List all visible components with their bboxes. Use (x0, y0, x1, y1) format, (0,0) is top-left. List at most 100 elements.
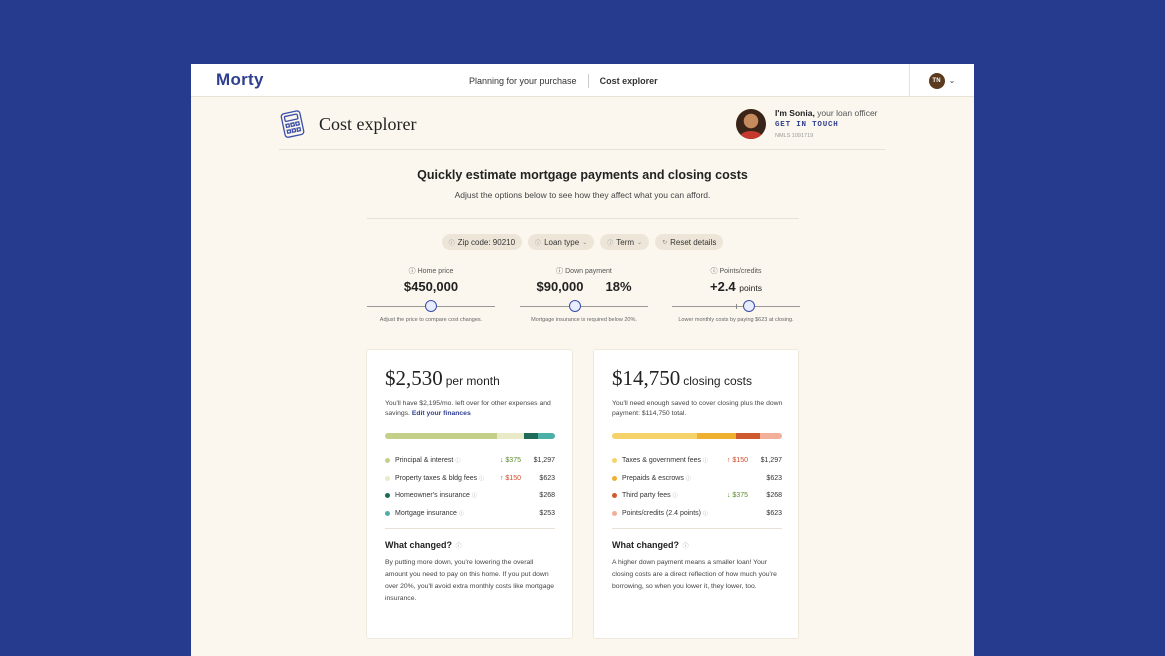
nav-planning[interactable]: Planning for your purchase (469, 76, 577, 86)
bar-segment (538, 433, 555, 439)
slider-center-tick (736, 304, 737, 309)
monthly-payment-card: $2,530 per month You'll have $2,195/mo. l… (367, 350, 572, 638)
breakdown-row: Taxes & government fees ⓘ ↑ $150 $1,297 (612, 452, 782, 470)
monthly-breakdown-list: Principal & interest ⓘ ↓ $375 $1,297 Propert… (385, 452, 555, 522)
breakdown-delta: ↑ $150 (726, 457, 748, 465)
legend-dot (612, 493, 617, 499)
info-icon[interactable]: ⓘ (472, 492, 477, 499)
breakdown-row: Third party fees ⓘ ↓ $375 $268 (612, 487, 782, 505)
home-price-hint: Adjust the price to compare cost changes… (379, 317, 483, 323)
breakdown-delta: ↓ $375 (726, 492, 748, 500)
bar-segment (697, 433, 737, 439)
breakdown-row: Prepaids & escrows ⓘ $623 (612, 470, 782, 488)
info-icon[interactable]: ⓘ (479, 475, 484, 482)
chevron-down-icon: ⌄ (948, 76, 956, 85)
breakdown-amount: $253 (539, 509, 555, 517)
points-slider[interactable] (672, 299, 800, 313)
points-label: Points/credits (719, 268, 762, 275)
breakdown-label: Prepaids & escrows (622, 474, 684, 482)
what-changed-title: What changed? (385, 540, 452, 550)
down-payment-slider[interactable] (520, 299, 648, 313)
info-icon: ⓘ (556, 268, 566, 275)
divider (612, 528, 782, 529)
info-icon[interactable]: ⓘ (681, 544, 689, 550)
chevron-down-icon: ⌄ (582, 239, 588, 246)
slider-knob[interactable] (425, 300, 437, 312)
breakdown-label: Homeowner's insurance (395, 492, 470, 500)
app-frame: Morty Planning for your purchase Cost ex… (191, 64, 974, 656)
info-icon[interactable]: ⓘ (673, 492, 678, 499)
info-icon: ⓘ (535, 240, 542, 247)
breakdown-label: Taxes & government fees (622, 457, 701, 465)
closing-costs-card: $14,750 closing costs You'll need enough … (594, 350, 798, 638)
bar-segment (385, 433, 498, 439)
legend-dot (612, 510, 617, 516)
points-unit: points (739, 283, 762, 293)
slider-knob[interactable] (569, 300, 582, 312)
breakdown-label: Property taxes & bldg fees (395, 474, 478, 482)
reset-details-pill[interactable]: ↻ Reset details (655, 234, 724, 250)
home-price-slider[interactable] (367, 299, 495, 313)
term-pill[interactable]: ⓘ Term ⌄ (600, 234, 650, 250)
breakdown-row: Mortgage insurance ⓘ $253 (385, 505, 555, 523)
info-icon[interactable]: ⓘ (686, 475, 691, 482)
bar-segment (612, 433, 697, 439)
loan-type-pill[interactable]: ⓘ Loan type ⌄ (528, 234, 595, 250)
breakdown-delta: ↓ $375 (499, 457, 521, 465)
breakdown-row: Homeowner's insurance ⓘ $268 (385, 487, 555, 505)
breakdown-label: Points/credits (2.4 points) (622, 509, 701, 517)
reset-icon: ↻ (662, 239, 668, 246)
breakdown-label: Mortgage insurance (395, 509, 457, 517)
legend-dot (385, 493, 390, 499)
down-payment-slider-group: ⓘ Down payment $90,000 18% Mortgage insur… (520, 266, 648, 323)
info-icon[interactable]: ⓘ (703, 510, 708, 517)
sliders: ⓘ Home price $450,000 Adjust the price t… (367, 266, 807, 330)
slider-knob[interactable] (742, 300, 755, 312)
info-icon[interactable]: ⓘ (703, 457, 708, 464)
bar-segment (497, 433, 525, 439)
points-hint: Lower monthly costs by paying $623 at cl… (678, 317, 794, 323)
info-icon[interactable]: ⓘ (455, 457, 460, 464)
monthly-amount: $2,530 (385, 366, 443, 390)
hero-subtitle: Adjust the options below to see how they… (454, 190, 711, 200)
nav-cost-explorer[interactable]: Cost explorer (600, 76, 658, 86)
points-slider-group: ⓘ Points/credits +2.4 points Lower month… (672, 266, 800, 323)
user-menu[interactable]: TN ⌄ (909, 64, 974, 97)
get-in-touch-link[interactable]: GET IN TOUCH (775, 121, 839, 129)
info-icon[interactable]: ⓘ (454, 544, 462, 550)
divider (367, 218, 799, 219)
bar-segment (524, 433, 538, 439)
edit-finances-link[interactable]: Edit your finances (412, 410, 471, 417)
zip-code-pill[interactable]: ⓘ Zip code: 90210 (441, 234, 523, 250)
down-payment-label: Down payment (565, 268, 612, 275)
what-changed-title: What changed? (612, 540, 679, 550)
down-payment-hint: Mortgage insurance is required below 20%… (531, 317, 637, 323)
down-payment-percent: 18% (605, 279, 632, 294)
legend-dot (385, 458, 390, 464)
closing-suffix: closing costs (683, 374, 752, 388)
breakdown-amount: $268 (766, 492, 782, 500)
nmls-number: NMLS 1091719 (775, 133, 814, 139)
hero-title: Quickly estimate mortgage payments and c… (417, 168, 748, 182)
info-icon: ⓘ (408, 268, 418, 275)
closing-amount: $14,750 (612, 366, 681, 390)
avatar: TN (928, 72, 945, 89)
breakdown-amount: $623 (766, 509, 782, 517)
chevron-down-icon: ⌄ (637, 239, 643, 246)
info-icon[interactable]: ⓘ (459, 510, 464, 517)
page-title: Cost explorer (319, 114, 417, 134)
home-price-label: Home price (417, 268, 454, 275)
legend-dot (385, 510, 390, 516)
divider (385, 528, 555, 529)
legend-dot (612, 458, 617, 464)
down-payment-value: $90,000 (536, 279, 584, 294)
home-price-value: $450,000 (403, 279, 459, 294)
filter-pills: ⓘ Zip code: 90210 ⓘ Loan type ⌄ ⓘ Term ⌄ ↻ Res… (191, 234, 974, 250)
closing-desc: You'll need enough saved to cover closin… (612, 400, 783, 417)
what-changed-body: A higher down payment means a smaller lo… (612, 559, 777, 590)
logo[interactable]: Morty (216, 70, 264, 90)
calculator-icon (280, 110, 305, 138)
closing-breakdown-bar (612, 433, 782, 439)
breakdown-amount: $623 (539, 474, 555, 482)
legend-dot (385, 475, 390, 481)
